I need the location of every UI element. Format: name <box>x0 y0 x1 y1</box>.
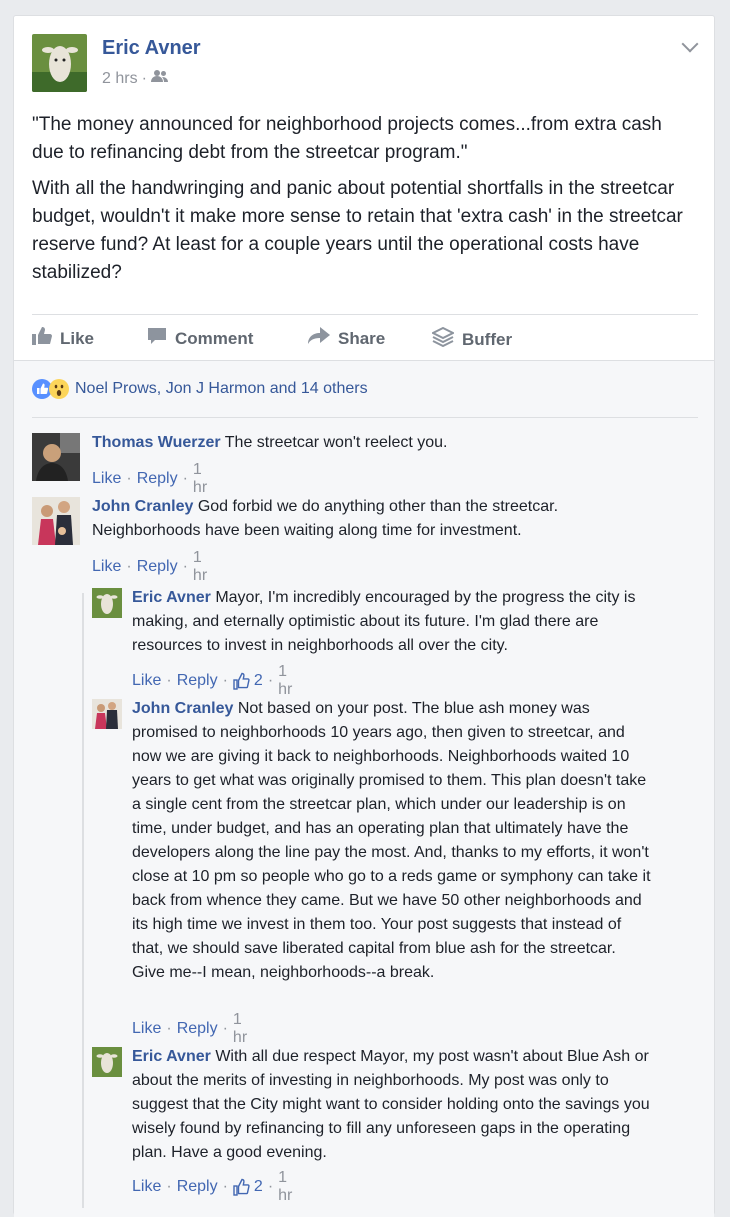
buffer-label: Buffer <box>462 329 513 349</box>
avatar[interactable] <box>92 699 122 729</box>
comment-reply-link[interactable]: Reply <box>137 470 178 488</box>
post-time[interactable]: 2 hrs <box>102 70 138 88</box>
arrow-icon <box>308 327 330 350</box>
avatar[interactable] <box>32 497 80 545</box>
reply-like-link[interactable]: Like <box>132 672 161 690</box>
reply-time[interactable]: 1 hr <box>278 663 292 699</box>
post-paragraph: "The money announced for neighborhood pr… <box>32 114 662 163</box>
reply-reply-link[interactable]: Reply <box>177 1020 218 1038</box>
reactions-text: Noel Prows, Jon J Harmon and 14 others <box>75 380 368 397</box>
comment-label: Comment <box>175 328 254 348</box>
reply-author[interactable]: Eric Avner <box>132 1048 211 1065</box>
thumbs-up-icon[interactable] <box>233 672 251 690</box>
reply-thread-line <box>82 593 84 1208</box>
speech-bubble-icon <box>147 327 167 350</box>
reply-time[interactable]: 1 hr <box>233 1011 247 1047</box>
reply-author[interactable]: Eric Avner <box>132 589 211 606</box>
meta-separator: · <box>141 69 147 87</box>
separator: · <box>126 470 132 487</box>
thumbs-up-icon[interactable] <box>233 1178 251 1196</box>
comment-reply-link[interactable]: Reply <box>137 558 178 576</box>
action-bar: Like Comment Share Buffer <box>32 314 698 361</box>
separator: · <box>222 1178 228 1195</box>
like-count[interactable]: 2 <box>254 672 263 690</box>
avatar[interactable] <box>32 433 80 481</box>
post-paragraph: With all the handwringing and panic abou… <box>32 178 683 283</box>
avatar[interactable] <box>32 34 87 92</box>
separator: · <box>222 672 228 689</box>
separator: · <box>267 1178 274 1195</box>
reply-reply-link[interactable]: Reply <box>177 672 218 690</box>
separator: · <box>126 558 132 575</box>
avatar[interactable] <box>92 588 122 618</box>
divider <box>32 417 698 418</box>
separator: · <box>166 1020 172 1037</box>
chevron-down-icon[interactable] <box>681 35 699 53</box>
comment-body: John Cranley God forbid we do anything o… <box>92 495 632 543</box>
reply-body: John Cranley Not based on your post. The… <box>132 697 652 985</box>
reply-author[interactable]: John Cranley <box>132 700 233 717</box>
share-label: Share <box>338 328 386 348</box>
comment-author[interactable]: John Cranley <box>92 498 193 515</box>
stack-icon <box>430 326 456 352</box>
comment-time[interactable]: 1 hr <box>193 549 207 585</box>
comment-body: Thomas Wuerzer The streetcar won't reele… <box>92 431 712 455</box>
comment-text: The streetcar won't reelect you. <box>224 434 448 451</box>
comment-actions: Like · Reply · 1 hr <box>92 461 207 497</box>
share-button[interactable]: Share <box>308 327 385 350</box>
post-meta: 2 hrs · <box>102 69 169 88</box>
separator: · <box>182 558 188 575</box>
reply-actions: Like · Reply · 2 · 1 hr <box>132 663 292 699</box>
comment-author[interactable]: Thomas Wuerzer <box>92 434 221 451</box>
comment-like-link[interactable]: Like <box>92 470 121 488</box>
separator: · <box>166 1178 172 1195</box>
post-card: Eric Avner 2 hrs · "The money announced … <box>13 15 715 1217</box>
separator: · <box>182 470 188 487</box>
reply-text: Not based on your post. The blue ash mon… <box>132 700 651 981</box>
reactions-summary[interactable]: Noel Prows, Jon J Harmon and 14 others <box>32 379 368 399</box>
post-author[interactable]: Eric Avner <box>102 37 201 60</box>
post-text: "The money announced for neighborhood pr… <box>32 111 692 295</box>
reply-actions: Like · Reply · 1 hr <box>132 1011 247 1047</box>
avatar[interactable] <box>92 1047 122 1077</box>
comment-button[interactable]: Comment <box>147 327 253 350</box>
wow-reaction-icon <box>49 379 69 399</box>
reply-reply-link[interactable]: Reply <box>177 1178 218 1196</box>
buffer-button[interactable]: Buffer <box>430 326 513 352</box>
comment-like-link[interactable]: Like <box>92 558 121 576</box>
comments-section: Noel Prows, Jon J Harmon and 14 others T… <box>14 360 714 1217</box>
reply-body: Eric Avner With all due respect Mayor, m… <box>132 1045 652 1165</box>
like-label: Like <box>60 328 95 348</box>
separator: · <box>222 1020 228 1037</box>
friends-icon[interactable] <box>150 69 169 88</box>
separator: · <box>166 672 172 689</box>
like-count[interactable]: 2 <box>254 1178 263 1196</box>
comment-time[interactable]: 1 hr <box>193 461 207 497</box>
like-button[interactable]: Like <box>32 327 94 350</box>
comment-actions: Like · Reply · 1 hr <box>92 549 207 585</box>
reply-like-link[interactable]: Like <box>132 1178 161 1196</box>
separator: · <box>267 672 274 689</box>
reply-like-link[interactable]: Like <box>132 1020 161 1038</box>
thumbs-up-icon <box>32 327 52 350</box>
reply-body: Eric Avner Mayor, I'm incredibly encoura… <box>132 586 642 658</box>
